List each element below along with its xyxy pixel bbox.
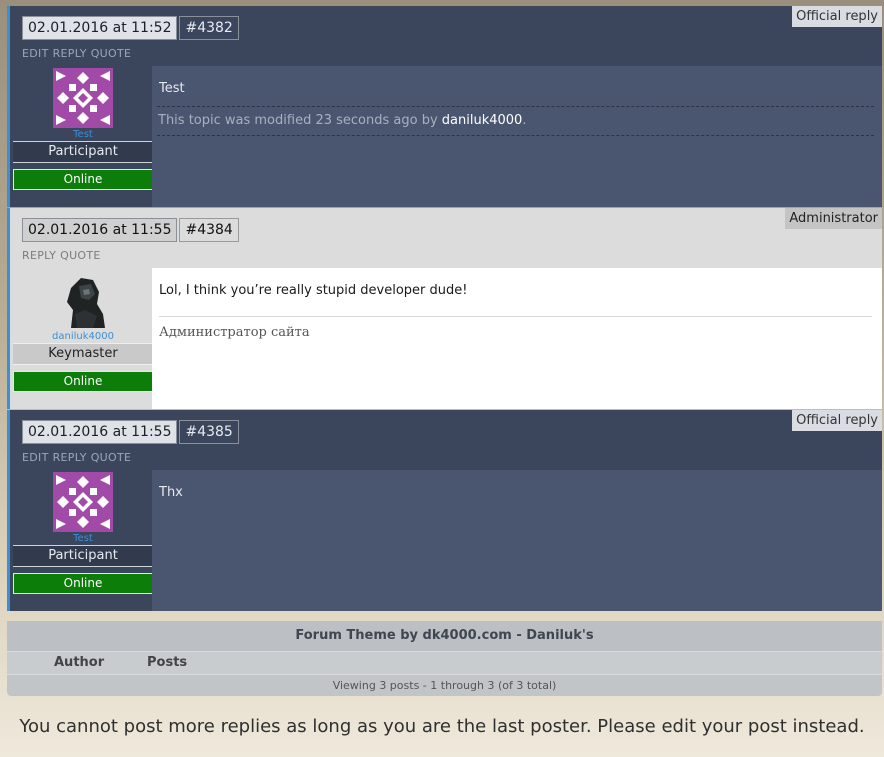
post-permalink[interactable]: #4382 <box>179 16 239 40</box>
online-status-badge: Online <box>13 169 153 190</box>
author-name[interactable]: Test <box>13 129 153 141</box>
modified-prefix: This topic was modified 23 seconds ago b… <box>158 113 438 128</box>
reply-post: 02.01.2016 at 11:55 #4385 Official reply… <box>7 410 882 611</box>
column-header: Author Posts <box>7 651 882 675</box>
avatar[interactable] <box>53 68 113 128</box>
identicon-avatar-icon <box>53 68 113 128</box>
topic-footer: Forum Theme by dk4000.com - Daniluk's Au… <box>7 621 882 696</box>
edit-link[interactable]: EDIT <box>22 47 49 60</box>
author-name[interactable]: Test <box>13 533 153 545</box>
author-role: Participant <box>13 141 153 163</box>
quote-link[interactable]: QUOTE <box>60 249 101 262</box>
reply-link[interactable]: REPLY <box>53 451 87 464</box>
signature-divider <box>159 316 872 317</box>
post-permalink[interactable]: #4384 <box>179 218 239 242</box>
reply-restriction-notice: You cannot post more replies as long as … <box>19 716 865 737</box>
post-actions: REPLY QUOTE <box>22 249 105 262</box>
modified-by-user-link[interactable]: daniluk4000 <box>442 113 523 128</box>
reply-link[interactable]: REPLY <box>53 47 87 60</box>
author-box: Test Participant Online <box>13 68 153 190</box>
reply-post: 02.01.2016 at 11:55 #4384 Administrator … <box>7 208 882 409</box>
post-meta: 02.01.2016 at 11:52 #4382 <box>22 16 239 40</box>
author-name[interactable]: daniluk4000 <box>13 331 153 343</box>
post-actions: EDIT REPLY QUOTE <box>22 451 135 464</box>
official-reply-badge: Official reply <box>792 6 882 27</box>
posts-column-header: Posts <box>147 655 188 670</box>
post-actions: EDIT REPLY QUOTE <box>22 47 135 60</box>
reply-link[interactable]: REPLY <box>22 249 56 262</box>
author-role: Participant <box>13 545 153 567</box>
modified-notice: This topic was modified 23 seconds ago b… <box>157 106 874 136</box>
post-date: 02.01.2016 at 11:52 <box>22 16 178 40</box>
post-text: Thx <box>159 485 183 500</box>
quote-link[interactable]: QUOTE <box>91 451 132 464</box>
post-date: 02.01.2016 at 11:55 <box>22 420 178 444</box>
author-role: Keymaster <box>13 343 153 365</box>
online-status-badge: Online <box>13 573 153 594</box>
post-meta: 02.01.2016 at 11:55 #4384 <box>22 218 239 242</box>
modified-suffix: . <box>522 113 527 128</box>
author-box: Test Participant Online <box>13 472 153 594</box>
theme-credit: Forum Theme by dk4000.com - Daniluk's <box>7 621 882 651</box>
avatar[interactable] <box>53 472 113 532</box>
identicon-avatar-icon <box>53 472 113 532</box>
post-content: Lol, I think you’re really stupid develo… <box>152 268 882 409</box>
post-content: Test This topic was modified 23 seconds … <box>152 66 882 207</box>
reply-post: 02.01.2016 at 11:52 #4382 Official reply… <box>7 6 882 207</box>
post-meta: 02.01.2016 at 11:55 #4385 <box>22 420 239 444</box>
author-column-header: Author <box>54 655 105 670</box>
official-reply-badge: Official reply <box>792 410 882 431</box>
post-content: Thx <box>152 470 882 611</box>
administrator-badge: Administrator <box>785 208 882 229</box>
post-text: Test <box>159 81 185 96</box>
quote-link[interactable]: QUOTE <box>91 47 132 60</box>
edit-link[interactable]: EDIT <box>22 451 49 464</box>
online-status-badge: Online <box>13 371 153 392</box>
soldier-avatar-icon <box>53 270 113 330</box>
avatar[interactable] <box>53 270 113 330</box>
signature: Администратор сайта <box>159 325 310 340</box>
post-text: Lol, I think you’re really stupid develo… <box>159 283 468 298</box>
author-box: daniluk4000 Keymaster Online <box>13 270 153 392</box>
post-count: Viewing 3 posts - 1 through 3 (of 3 tota… <box>332 679 557 692</box>
post-date: 02.01.2016 at 11:55 <box>22 218 178 242</box>
post-permalink[interactable]: #4385 <box>179 420 239 444</box>
